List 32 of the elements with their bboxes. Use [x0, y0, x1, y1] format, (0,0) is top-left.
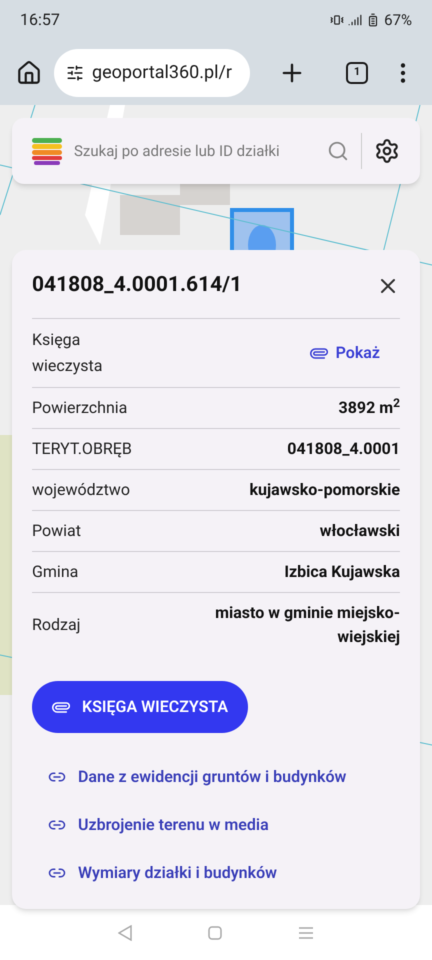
row-label: TERYT.OBRĘB — [32, 438, 132, 460]
land-register-button[interactable]: KSIĘGA WIECZYSTA — [32, 680, 248, 732]
search-icon[interactable] — [327, 140, 349, 162]
show-link[interactable]: Pokaż — [310, 340, 380, 364]
info-link[interactable]: Uzbrojenie terenu w media — [48, 812, 400, 836]
parcel-title: 041808_4.0001.614/1 — [32, 272, 242, 299]
url-text: geoportal360.pl/r — [92, 61, 232, 85]
clock: 16:57 — [20, 9, 60, 31]
site-settings-icon[interactable] — [66, 64, 84, 82]
row-value: miasto w gminie miejsko-wiejskiej — [214, 602, 400, 648]
settings-icon[interactable] — [374, 138, 400, 164]
home-icon[interactable] — [16, 60, 42, 86]
row-label: województwo — [32, 478, 130, 500]
row-value: Izbica Kujawska — [284, 560, 400, 582]
row-value: 3892 m$^{2}$ — [338, 396, 400, 418]
row-label: Powierzchnia — [32, 396, 128, 418]
signal-icon — [348, 13, 362, 27]
row-label: Księga wieczysta — [32, 328, 104, 376]
row-value: włocławski — [320, 520, 400, 542]
row-label: Gmina — [32, 560, 78, 582]
info-link[interactable]: Wymiary działki i budynków — [48, 860, 400, 884]
address-bar[interactable]: geoportal360.pl/r — [54, 48, 250, 96]
battery-level: 67% — [384, 10, 412, 31]
rainbow-logo-icon — [32, 136, 62, 166]
vibrate-icon — [330, 13, 344, 27]
row-value: kujawsko-pomorskie — [249, 478, 400, 500]
search-field[interactable]: Szukaj po adresie lub ID działki — [74, 140, 315, 162]
info-link[interactable]: Dane z ewidencji gruntów i budynków — [48, 764, 400, 788]
tab-count-button[interactable]: 1 — [346, 62, 368, 84]
row-value: 041808_4.0001 — [287, 438, 400, 460]
row-label: Powiat — [32, 520, 81, 542]
row-label: Rodzaj — [32, 614, 80, 636]
